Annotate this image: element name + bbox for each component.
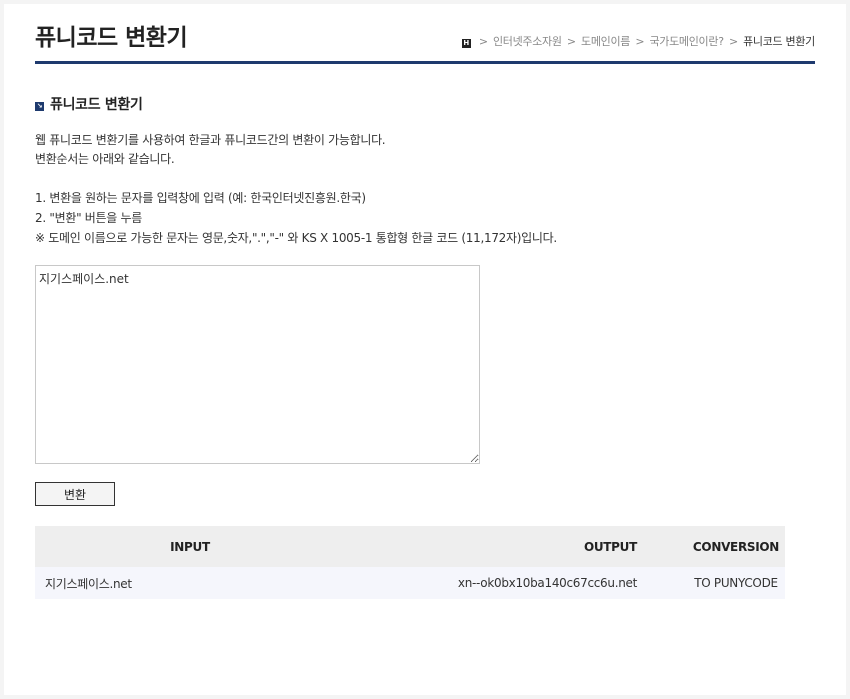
result-conversion-cell: TO PUNYCODE [687, 567, 785, 599]
breadcrumb-separator: > [478, 35, 488, 48]
note-text: ※ 도메인 이름으로 가능한 문자는 영문,숫자,".","-" 와 KS X … [35, 231, 557, 245]
page-header: 퓨니코드 변환기 H > 인터넷주소자원 > 도메인이름 > 국가도메인이란? … [35, 4, 815, 64]
column-header-conversion: CONVERSION [687, 526, 785, 567]
breadcrumb-separator: > [728, 35, 738, 48]
breadcrumb-item-country-domain[interactable]: 국가도메인이란? [649, 35, 724, 48]
column-header-input: INPUT [35, 526, 346, 567]
arrow-icon: ↘ [35, 102, 44, 111]
home-icon[interactable]: H [461, 39, 471, 48]
step-1-text: 1. 변환을 원하는 문자를 입력창에 입력 (예: 한국인터넷진흥원.한국) [35, 191, 366, 205]
result-output-cell: xn--ok0bx10ba140c67cc6u.net [346, 567, 687, 599]
breadcrumb-separator: > [635, 35, 645, 48]
section-title: ↘ 퓨니코드 변환기 [35, 94, 143, 114]
description-line-2: 변환순서는 아래와 같습니다. [35, 152, 175, 166]
result-table: INPUT OUTPUT CONVERSION 지기스페이스.net xn--o… [35, 526, 785, 599]
step-2-text: 2. "변환" 버튼을 누름 [35, 211, 143, 225]
table-row: 지기스페이스.net xn--ok0bx10ba140c67cc6u.net T… [35, 567, 785, 599]
page-title: 퓨니코드 변환기 [35, 25, 188, 51]
column-header-output: OUTPUT [346, 526, 687, 567]
description-line-1: 웹 퓨니코드 변환기를 사용하여 한글과 퓨니코드간의 변환이 가능합니다. [35, 133, 386, 147]
breadcrumb: H > 인터넷주소자원 > 도메인이름 > 국가도메인이란? > 퓨니코드 변환… [461, 33, 815, 49]
breadcrumb-item-resources[interactable]: 인터넷주소자원 [493, 35, 562, 48]
result-input-cell: 지기스페이스.net [35, 567, 346, 599]
page: 퓨니코드 변환기 H > 인터넷주소자원 > 도메인이름 > 국가도메인이란? … [4, 4, 846, 695]
breadcrumb-current: 퓨니코드 변환기 [743, 35, 815, 48]
breadcrumb-item-domain[interactable]: 도메인이름 [581, 35, 630, 48]
table-header-row: INPUT OUTPUT CONVERSION [35, 526, 785, 567]
section-title-text: 퓨니코드 변환기 [50, 97, 143, 113]
domain-input[interactable]: 지기스페이스.net [35, 265, 480, 464]
breadcrumb-separator: > [566, 35, 576, 48]
convert-button[interactable]: 변환 [35, 482, 115, 506]
